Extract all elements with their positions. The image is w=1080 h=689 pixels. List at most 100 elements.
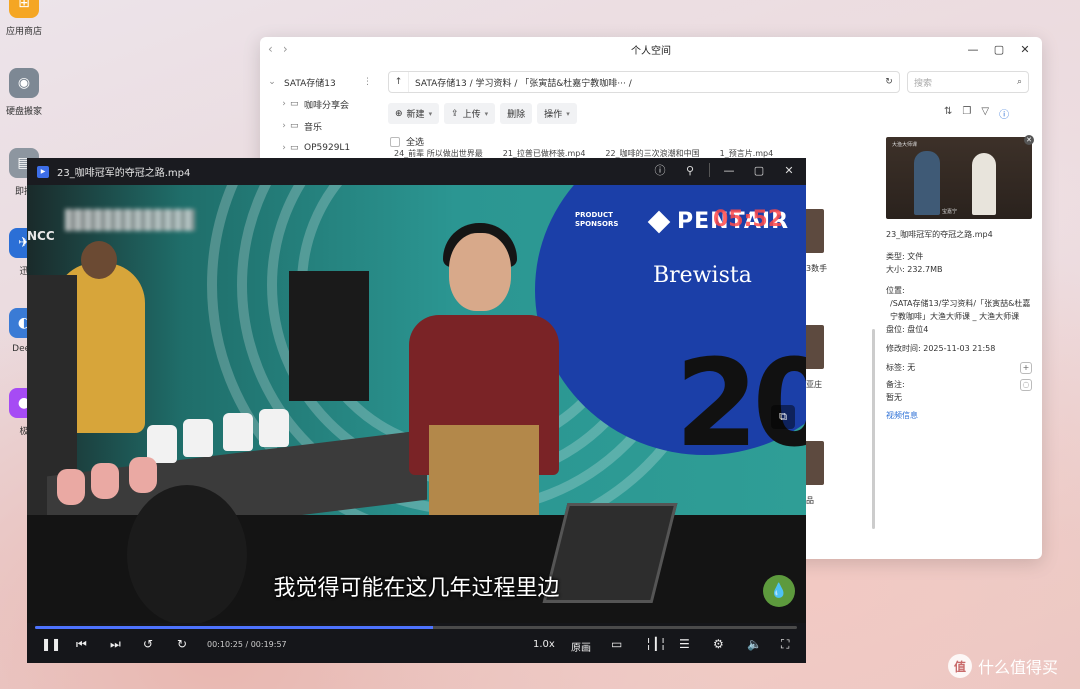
chevron-down-icon: ▾ (484, 109, 489, 118)
coffee-machine (289, 271, 369, 401)
play-app-icon: ▶ (37, 165, 49, 178)
rewind-10-button[interactable]: ↺ (143, 637, 153, 651)
upload-label: 上传 (462, 110, 481, 120)
desktop-icon-app-store[interactable]: ⊞ 应用商店 (4, 0, 44, 37)
search-input[interactable]: 搜索 ⌕ (907, 71, 1029, 93)
sidebar-item-sata[interactable]: ⌄ SATA存储13 ⋮ (260, 71, 376, 93)
refresh-icon[interactable]: ↻ (879, 77, 899, 87)
audio-track-icon[interactable]: ╎┃╎ (645, 637, 667, 651)
up-arrow-icon[interactable]: ↑ (389, 72, 409, 92)
desktop-icon-disk-move[interactable]: ◉ 硬盘搬家 (4, 68, 44, 117)
view-tools: ⇅ ❐ ▽ ⓘ (944, 106, 1009, 121)
copy-icon[interactable]: ❐ (962, 106, 971, 121)
progress-bar[interactable] (35, 626, 797, 629)
back-icon[interactable]: ‹ (268, 42, 273, 56)
player-controls: ❚❚ ⏮ ⏭ ↺ ↻ 00:10:25 / 00:19:57 1.0x 原画 ▭… (27, 623, 806, 663)
upload-button[interactable]: ⇪ 上传 ▾ (444, 103, 496, 124)
desktop-icon-label: 硬盘搬家 (5, 107, 42, 117)
actions-button[interactable]: 操作 ▾ (537, 103, 577, 124)
video-preview-thumbnail: 大渔大师课 宝嘉宁 (886, 137, 1032, 219)
video-player-window: ▶ 23_咖啡冠军的夺冠之路.mp4 ⓘ ⚲ — ▢ ✕ PRODUCT SPO… (27, 158, 806, 663)
pin-icon[interactable]: ⚲ (679, 164, 701, 177)
fullscreen-icon[interactable]: ⛶ (781, 637, 789, 652)
toolbar: ⊕ 新建 ▾ ⇪ 上传 ▾ 删除 操作 ▾ (388, 103, 577, 124)
subtitle-icon[interactable]: ▭ (611, 637, 622, 651)
minimize-button[interactable]: — (962, 40, 984, 58)
sidebar-item-music[interactable]: › ▭ 音乐 (260, 115, 376, 137)
maximize-button[interactable]: ▢ (748, 164, 770, 177)
chevron-right-icon: › (282, 143, 286, 153)
divider (709, 163, 710, 177)
volume-icon[interactable]: 🔈 (747, 637, 762, 651)
detail-modified: 修改时间: 2025-11-03 21:58 (886, 344, 996, 353)
path-bar[interactable]: ↑ SATA存储13 / 学习资料 / 「张寅喆&杜嘉宁教咖啡··· / ↻ (388, 71, 900, 93)
brewista-logo: Brewista (653, 263, 752, 288)
detail-disk: 盘位: 盘位4 (886, 325, 929, 334)
detail-size: 大小: 232.7MB (886, 265, 943, 274)
sidebar-item-label: SATA存储13 (284, 78, 336, 89)
folder-icon: ▭ (290, 143, 299, 153)
preview-logo: 大渔大师课 (892, 142, 918, 148)
playlist-icon[interactable]: ☰ (679, 637, 690, 651)
next-button[interactable]: ⏭ (110, 637, 121, 652)
player-title: 23_咖啡冠军的夺冠之路.mp4 (57, 168, 191, 179)
chevron-down-icon: ⌄ (268, 77, 276, 87)
chevron-right-icon: › (282, 99, 286, 109)
forward-10-button[interactable]: ↻ (177, 637, 187, 651)
video-info-link[interactable]: 视频信息 (886, 410, 1032, 421)
file-manager-titlebar: ‹ › 个人空间 — ▢ ✕ (260, 37, 1042, 61)
water-drop-logo: 💧 (763, 575, 795, 607)
picture-in-picture-button[interactable]: ⧉ (771, 405, 795, 429)
blurred-text (65, 209, 195, 231)
filter-icon[interactable]: ▽ (981, 106, 989, 121)
info-icon[interactable]: ⓘ (649, 162, 671, 178)
detail-location-value: /SATA存储13/学习资料/「张寅喆&杜嘉宁教咖啡」大渔大师课 _ 大渔大师课 (890, 299, 1031, 321)
actions-label: 操作 (544, 110, 563, 120)
scrollbar[interactable] (872, 329, 875, 529)
detail-filename: 23_咖啡冠军的夺冠之路.mp4 (886, 230, 993, 239)
chevron-right-icon: › (282, 121, 286, 131)
previous-button[interactable]: ⏮ (76, 637, 87, 652)
edit-note-icon[interactable]: ◌ (1020, 378, 1032, 391)
close-button[interactable]: ✕ (778, 164, 800, 177)
ncc-text: NCC (27, 229, 55, 243)
close-icon[interactable]: ✕ (1024, 135, 1034, 145)
sidebar-item-coffee-share[interactable]: › ▭ 咖啡分享会 (260, 93, 376, 115)
forward-icon[interactable]: › (283, 42, 288, 56)
sidebar-item-label: 咖啡分享会 (304, 100, 350, 111)
select-all-checkbox[interactable] (390, 136, 400, 147)
add-tag-icon[interactable]: + (1020, 361, 1032, 374)
new-icon: ⊕ (395, 108, 403, 119)
detail-type: 类型: 文件 (886, 252, 924, 261)
speed-button[interactable]: 1.0x (533, 639, 555, 650)
details-panel: 大渔大师课 宝嘉宁 ✕ 23_咖啡冠军的夺冠之路.mp4 类型: 文件 大小: … (886, 135, 1034, 421)
progress-fill (35, 626, 433, 629)
select-all[interactable]: 全选 (390, 135, 424, 148)
watermark: 值 什么值得买 (948, 654, 1058, 678)
chevron-down-icon: ▾ (428, 109, 433, 118)
minimize-button[interactable]: — (718, 164, 740, 177)
watermark-text: 什么值得买 (978, 658, 1059, 677)
detail-tags: 标签: 无 (886, 363, 916, 372)
sidebar-item-op5929l1[interactable]: › ▭ OP5929L1 (260, 137, 376, 159)
close-button[interactable]: ✕ (1014, 40, 1036, 58)
info-icon[interactable]: ⓘ (999, 106, 1009, 121)
sort-icon[interactable]: ⇅ (944, 106, 952, 121)
maximize-button[interactable]: ▢ (988, 40, 1010, 58)
sidebar-item-label: OP5929L1 (304, 143, 351, 153)
more-icon[interactable]: ⋮ (363, 77, 372, 87)
folder-icon: ▭ (290, 121, 299, 131)
upload-icon: ⇪ (451, 108, 459, 119)
store-icon: ⊞ (9, 0, 39, 18)
settings-icon[interactable]: ⚙ (713, 637, 724, 651)
player-titlebar: ▶ 23_咖啡冠军的夺冠之路.mp4 ⓘ ⚲ — ▢ ✕ (27, 158, 806, 185)
sponsor-text: PRODUCT SPONSORS (575, 211, 619, 228)
quality-button[interactable]: 原画 (571, 639, 591, 654)
new-button[interactable]: ⊕ 新建 ▾ (388, 103, 440, 124)
audience-head (127, 485, 247, 623)
search-icon[interactable]: ⌕ (1017, 77, 1022, 87)
pause-button[interactable]: ❚❚ (41, 637, 61, 651)
delete-button[interactable]: 删除 (500, 103, 533, 124)
detail-notes-value: 暂无 (886, 393, 902, 402)
video-frame[interactable]: PRODUCT SPONSORS PENTAIR 05:52 Brewista … (27, 185, 806, 623)
